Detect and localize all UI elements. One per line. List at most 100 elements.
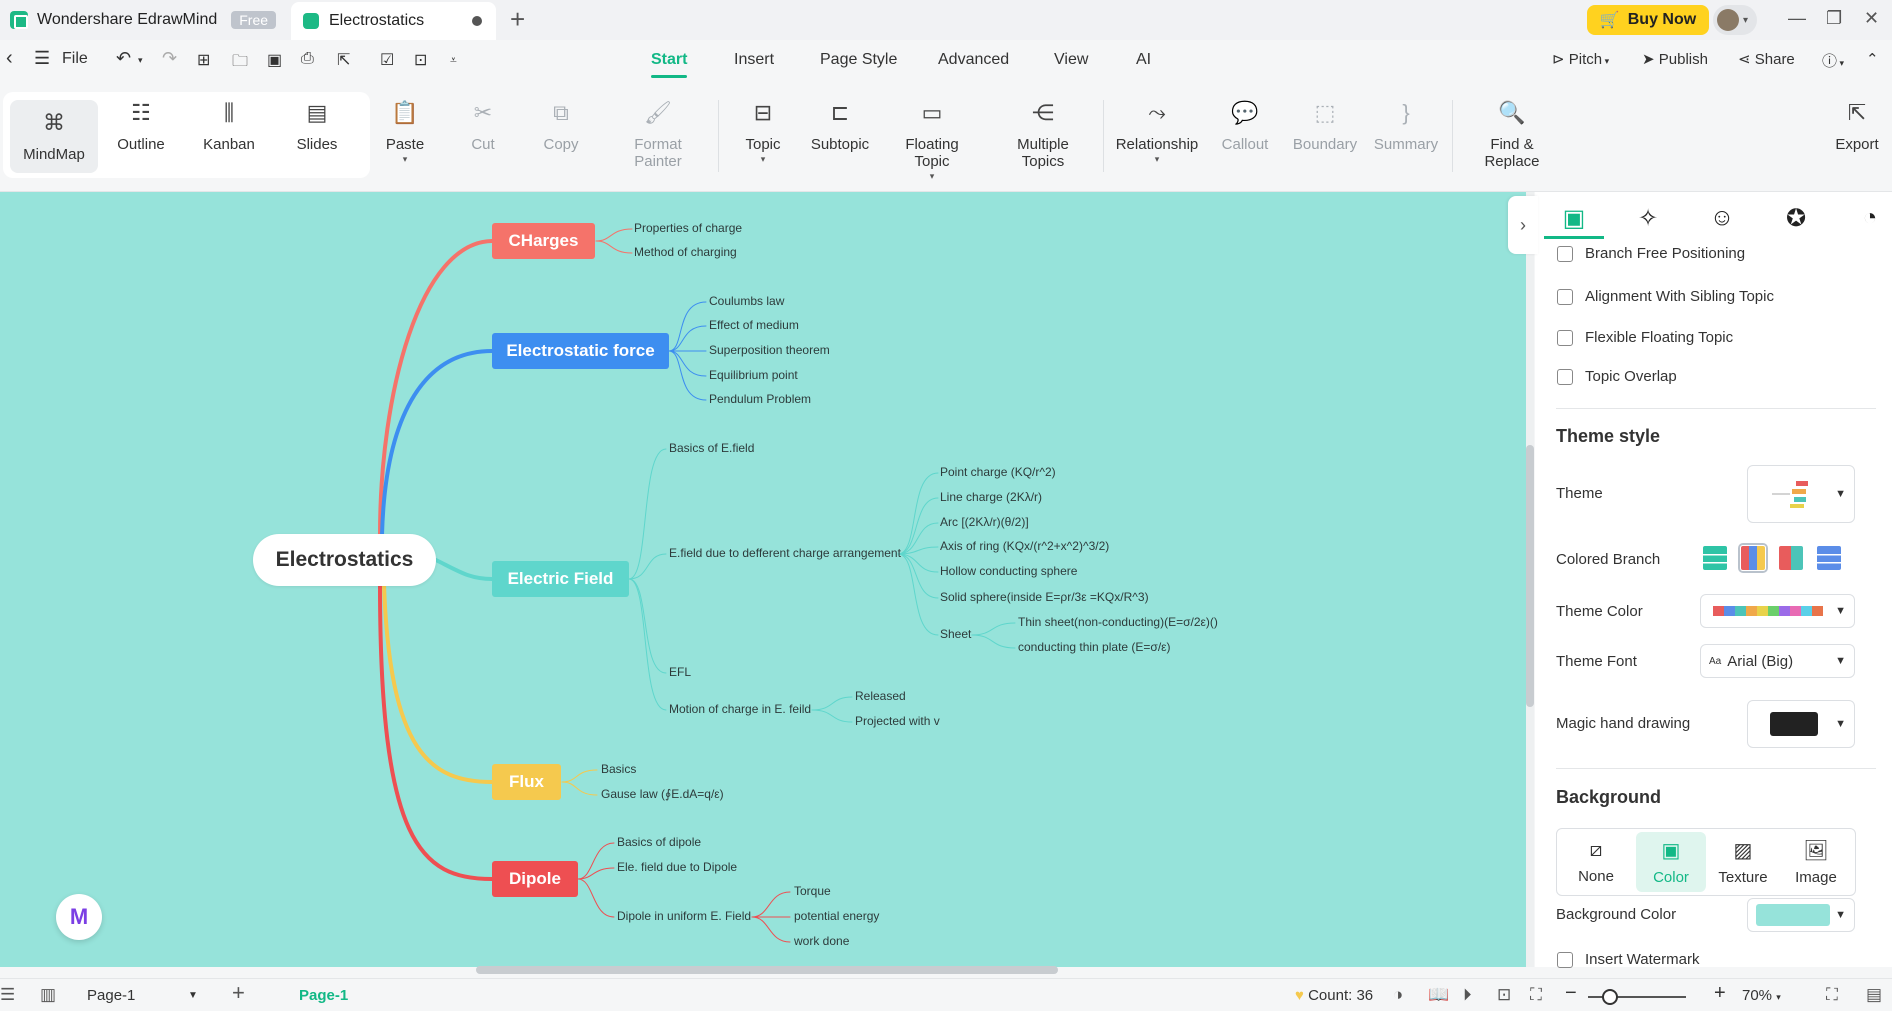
bg-texture-button[interactable]: ▨ Texture [1708,832,1778,892]
bg-image-button[interactable]: 🖼 Image [1781,832,1851,892]
buy-now-button[interactable]: 🛒 Buy Now [1587,5,1709,35]
file-menu[interactable]: File [62,50,88,68]
user-avatar[interactable]: ▾ [1713,5,1757,35]
zoom-in-icon[interactable]: + [1714,982,1726,1005]
topic-overlap-checkbox[interactable]: Topic Overlap [1557,368,1677,385]
insert-watermark-checkbox[interactable]: Insert Watermark [1557,951,1699,968]
paste-button[interactable]: 📋 Paste ▾ [385,98,425,164]
ai-assistant-icon[interactable]: M [56,894,102,940]
view-slides-button[interactable]: ▤ Slides [278,98,356,153]
topic-dipole[interactable]: Dipole [492,861,578,897]
zoom-out-icon[interactable]: − [1565,982,1577,1005]
colored-branch-option-2[interactable] [1740,545,1766,571]
colored-branch-option-4[interactable] [1816,545,1842,571]
subtopic[interactable]: Basics of E.field [669,441,754,455]
view-mindmap-button[interactable]: ⌘ MindMap [10,100,98,173]
badge-tab-icon[interactable]: ✪ [1778,200,1814,236]
view-kanban-button[interactable]: ⫼ Kanban [190,98,268,153]
subtopic[interactable]: Equilibrium point [709,368,798,382]
play-icon[interactable]: ⏵ [1463,985,1472,1005]
app-tab[interactable]: Wondershare EdrawMind Free [0,0,277,40]
subtopic[interactable]: Ele. field due to Dipole [617,860,737,874]
print-icon[interactable]: ⎙ [301,50,314,68]
tab-ai[interactable]: AI [1136,51,1151,69]
bg-none-button[interactable]: ⧄ None [1561,832,1631,892]
flexible-floating-checkbox[interactable]: Flexible Floating Topic [1557,329,1733,346]
alignment-sibling-checkbox[interactable]: Alignment With Sibling Topic [1557,288,1774,305]
panel-toggle-icon[interactable]: ▤ [1866,985,1882,1005]
undo-icon[interactable]: ↶ [116,48,131,69]
subtopic[interactable]: Coulumbs law [709,294,784,308]
colored-branch-option-3[interactable] [1778,545,1804,571]
subtopic[interactable]: Sheet [940,627,971,641]
help-icon[interactable]: ⓘ ▾ [1822,50,1844,71]
tab-start[interactable]: Start [651,51,687,69]
theme-color-select[interactable]: ▼ [1700,594,1855,628]
magic-hand-drawing-select[interactable]: ▼ [1747,700,1855,748]
bg-color-button[interactable]: ▣ Color [1636,832,1706,892]
subtopic[interactable]: Projected with v [855,714,940,728]
zoom-level[interactable]: 70% ▾ [1742,987,1781,1004]
subtopic[interactable]: Motion of charge in E. feild [669,702,811,716]
export-menu-icon[interactable]: ⇱ [337,50,350,70]
colored-branch-option-1[interactable] [1702,545,1728,571]
copy-button[interactable]: ⧉ Copy [542,98,580,153]
page-list-icon[interactable]: ▥ [40,985,56,1005]
hamburger-icon[interactable]: ☰ [34,48,50,69]
subtopic[interactable]: Pendulum Problem [709,392,811,406]
book-icon[interactable]: 📖 [1428,985,1449,1005]
subtopic[interactable]: Thin sheet(non-conducting)(E=σ/2ε)() [1018,615,1218,629]
focus-mode-icon[interactable]: ◑ [1393,985,1403,1005]
topic-button[interactable]: ⊟ Topic ▾ [743,98,783,164]
boundary-button[interactable]: ⬚ Boundary [1293,98,1357,153]
page-select[interactable]: Page-1 [87,987,135,1004]
format-painter-button[interactable]: 🖌 Format Painter [609,98,707,170]
subtopic[interactable]: Solid sphere(inside E=ρr/3ε =KQx/R^3) [940,590,1149,604]
new-icon[interactable]: ⊞ [197,50,210,70]
redo-icon[interactable]: ↷ [162,48,177,69]
subtopic[interactable]: conducting thin plate (E=σ/ε) [1018,640,1171,654]
export-button[interactable]: ⇱ Export [1835,98,1879,153]
subtopic[interactable]: Line charge (2Kλ/r) [940,490,1042,504]
subtopic[interactable]: Basics of dipole [617,835,701,849]
sidebar-toggle-icon[interactable]: ☰ [0,985,15,1005]
history-tab-icon[interactable]: ◔ [1852,200,1888,236]
tab-insert[interactable]: Insert [734,51,774,69]
tab-advanced[interactable]: Advanced [938,51,1009,69]
tab-page-style[interactable]: Page Style [820,51,897,69]
topic-flux[interactable]: Flux [492,764,561,800]
subtopic[interactable]: Gause law (∮E.dA=q/ε) [601,787,724,801]
fit-width-icon[interactable]: ⛶ [1530,985,1542,1005]
mindmap-canvas[interactable]: Electrostatics CHarges Electrostatic for… [0,192,1527,967]
ai-sparkle-tab-icon[interactable]: ✧ [1630,200,1666,236]
pitch-button[interactable]: ⊳ Pitch ▾ [1552,50,1609,68]
callout-button[interactable]: 💬 Callout [1222,98,1269,153]
minimize-icon[interactable]: — [1788,8,1806,29]
topic-electrostatic-force[interactable]: Electrostatic force [492,333,669,369]
central-topic[interactable]: Electrostatics [253,534,436,586]
theme-font-select[interactable]: Aa Arial (Big) ▼ [1700,644,1855,678]
back-icon[interactable]: ‹ [6,47,13,70]
topic-electric-field[interactable]: Electric Field [492,561,629,597]
checklist-icon[interactable]: ☑ [380,50,394,70]
page-format-tab-icon[interactable]: ▣ [1556,200,1592,236]
subtopic[interactable]: Arc [(2Kλ/r)(θ/2)] [940,515,1029,529]
subtopic[interactable]: Hollow conducting sphere [940,564,1077,578]
view-outline-button[interactable]: ☷ Outline [102,98,180,153]
save-icon[interactable]: ▣ [267,50,282,70]
multiple-topics-button[interactable]: ⋲ Multiple Topics [996,98,1090,170]
subtopic[interactable]: EFL [669,665,691,679]
zoom-slider-handle[interactable] [1602,989,1618,1005]
subtopic-button[interactable]: ⊏ Subtopic [811,98,869,153]
topic-charges[interactable]: CHarges [492,223,595,259]
undo-dropdown-icon[interactable]: ▾ [138,55,143,66]
background-color-select[interactable]: ▼ [1747,898,1855,932]
restore-icon[interactable]: ❐ [1826,8,1842,29]
cut-button[interactable]: ✂ Cut [468,98,498,153]
subtopic[interactable]: E.field due to defferent charge arrangem… [669,546,901,560]
location-tab-icon[interactable]: ☺ [1704,200,1740,236]
vertical-scrollbar[interactable] [1526,445,1534,707]
subtopic[interactable]: Properties of charge [634,221,742,235]
new-tab-icon[interactable]: + [510,6,525,32]
summary-button[interactable]: } Summary [1374,98,1438,153]
